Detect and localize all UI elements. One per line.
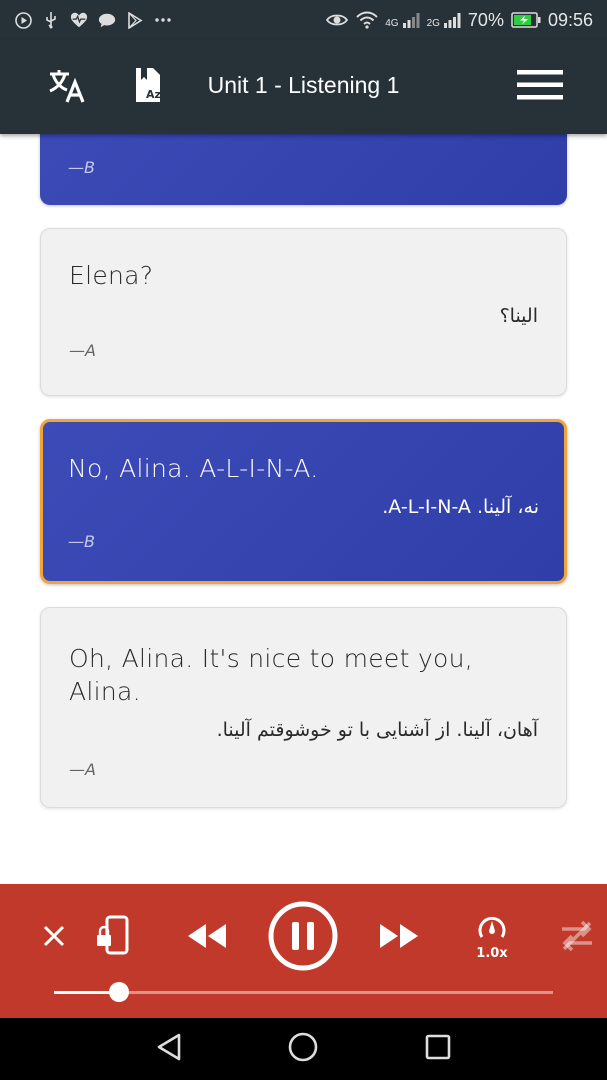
card-persian-text: آهان، آلینا. از آشنایی با تو خوشوقتم آلی… [216,719,538,741]
card-speaker: —A [69,341,96,360]
back-triangle-icon [155,1032,183,1066]
pause-button[interactable] [268,901,338,975]
wifi-icon [355,11,379,29]
battery-percent: 70% [467,9,504,30]
translate-button[interactable] [44,64,90,110]
signal-icon [401,11,421,29]
dialogue-card[interactable]: Elena? الینا؟ —A [40,228,567,396]
card-speaker: —B [68,532,95,551]
battery-charging-icon [510,11,542,29]
play-circle-icon [14,11,32,29]
dialogue-card-active[interactable]: No, Alina. A-L-I-N-A. نه، آلینا. A-L-I-N… [40,419,567,584]
card-persian-text: نه، آلینا. A-L-I-N-A. [382,496,539,518]
menu-button[interactable] [514,64,566,110]
translate-icon [47,66,87,108]
app-bar: Az Unit 1 - Listening 1 [0,40,607,134]
back-button[interactable] [152,1032,186,1066]
repeat-off-icon [558,917,596,959]
dictionary-button[interactable]: Az [125,64,171,110]
play-store-icon [126,11,144,29]
recents-button[interactable] [421,1032,455,1066]
card-persian-text: الینا؟ [499,305,538,327]
recents-square-icon [424,1033,452,1065]
home-circle-icon [287,1031,319,1067]
dialogue-list[interactable]: —B Elena? الینا؟ —A No, Alina. A-L-I-N-A… [0,134,607,884]
dictionary-book-icon: Az [133,66,163,108]
close-icon [42,924,66,952]
rewind-button[interactable] [184,918,230,958]
system-nav-bar [0,1018,607,1080]
home-button[interactable] [286,1032,320,1066]
card-english-text: Elena? [69,261,154,290]
heart-pulse-icon [70,11,88,29]
card-speaker: —B [68,158,95,177]
network-type-2g: 2G [426,17,440,29]
hamburger-menu-icon [516,69,564,105]
clock: 09:56 [547,9,593,30]
chat-bubble-icon [98,11,116,29]
more-notifications-icon [154,11,172,29]
card-speaker: —A [69,760,96,779]
card-english-text: Oh, Alina. It's nice to meet you, Alina. [69,644,474,706]
screen-lock-button[interactable] [92,914,132,960]
close-player-button[interactable] [36,920,72,956]
phone-lock-icon [95,915,129,959]
eye-icon [325,11,349,29]
pause-circle-icon [268,901,338,975]
usb-icon [42,11,60,29]
svg-text:Az: Az [146,88,161,101]
signal-icon [442,11,462,29]
fast-forward-button[interactable] [376,918,422,958]
repeat-toggle-button[interactable] [556,916,598,960]
seek-bar[interactable] [54,982,553,1002]
rewind-icon [186,922,228,954]
speedometer-icon [477,915,507,945]
fast-forward-icon [378,922,420,954]
status-bar: 4G 2G 70% 09:56 [0,0,607,40]
dialogue-card[interactable]: Oh, Alina. It's nice to meet you, Alina.… [40,607,567,808]
seek-bar-thumb[interactable] [108,982,129,1002]
dialogue-card[interactable]: —B [40,134,567,205]
card-english-text: No, Alina. A-L-I-N-A. [68,454,319,483]
speed-label: 1.0x [476,946,508,961]
audio-player: 1.0x [0,884,607,1018]
network-type-4g: 4G [385,17,399,29]
playback-speed-button[interactable]: 1.0x [468,912,516,964]
